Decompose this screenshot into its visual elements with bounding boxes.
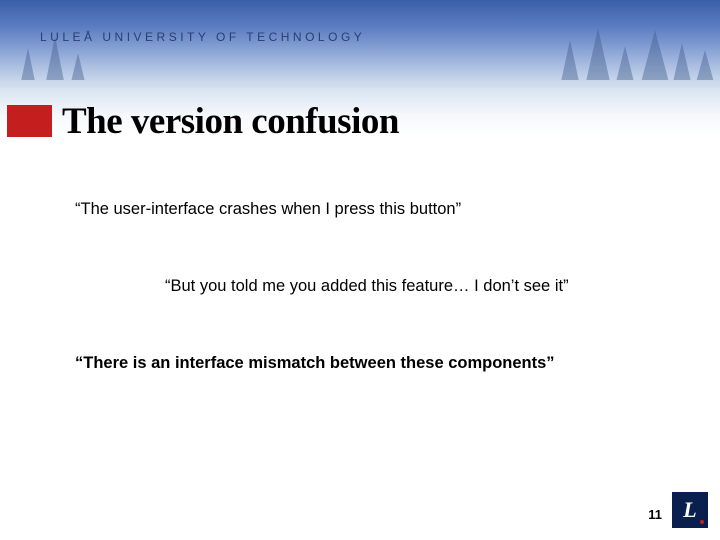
slide-content: “The user-interface crashes when I press… <box>75 200 660 431</box>
title-accent-box <box>7 105 52 137</box>
logo-dot-icon <box>700 520 704 524</box>
page-number: 11 <box>648 507 662 522</box>
quote-3: “There is an interface mismatch between … <box>75 354 660 373</box>
quote-1: “The user-interface crashes when I press… <box>75 200 660 219</box>
slide-title: The version confusion <box>62 100 399 143</box>
quote-2: “But you told me you added this feature…… <box>165 277 660 296</box>
university-logo: L <box>672 492 708 528</box>
logo-letter: L <box>683 497 696 523</box>
university-name: LULEÅ UNIVERSITY OF TECHNOLOGY <box>40 30 365 44</box>
